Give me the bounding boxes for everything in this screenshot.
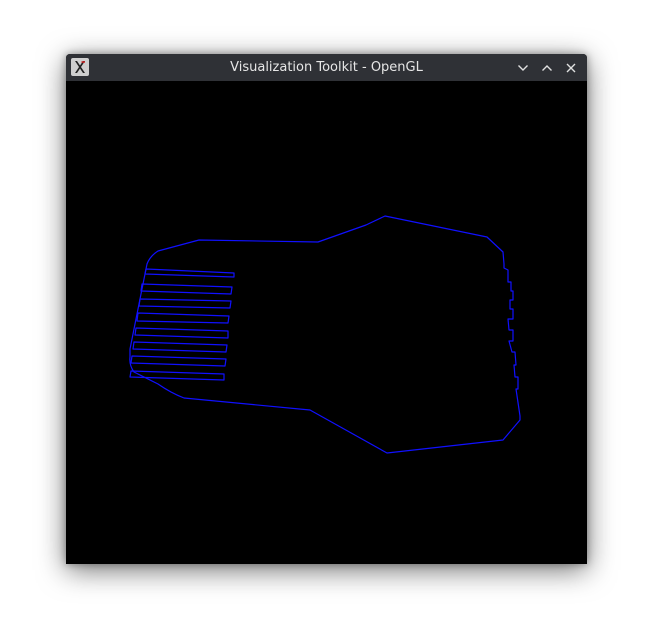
outline-body — [129, 215, 521, 454]
tooth-6 — [132, 341, 228, 353]
tooth-1 — [144, 268, 235, 278]
tooth-5 — [134, 327, 229, 339]
close-button[interactable] — [561, 58, 581, 78]
window-title: Visualization Toolkit - OpenGL — [230, 60, 423, 75]
render-viewport[interactable] — [66, 81, 587, 564]
vtk-x-icon[interactable] — [71, 58, 89, 76]
close-icon — [566, 63, 576, 72]
tooth-7 — [130, 355, 227, 367]
tooth-3 — [138, 298, 232, 309]
minimize-button[interactable] — [513, 58, 533, 78]
wireframe-outline — [129, 215, 521, 454]
minimize-icon — [518, 64, 528, 71]
maximize-button[interactable] — [537, 58, 557, 78]
title-bar[interactable]: Visualization Toolkit - OpenGL — [66, 54, 587, 81]
tooth-2 — [140, 283, 233, 295]
vtk-render-window: Visualization Toolkit - OpenGL — [66, 54, 587, 564]
tooth-4 — [136, 312, 230, 324]
maximize-icon — [542, 64, 552, 71]
desktop: Visualization Toolkit - OpenGL — [0, 0, 653, 642]
tooth-8 — [129, 370, 225, 381]
window-controls — [513, 54, 581, 81]
